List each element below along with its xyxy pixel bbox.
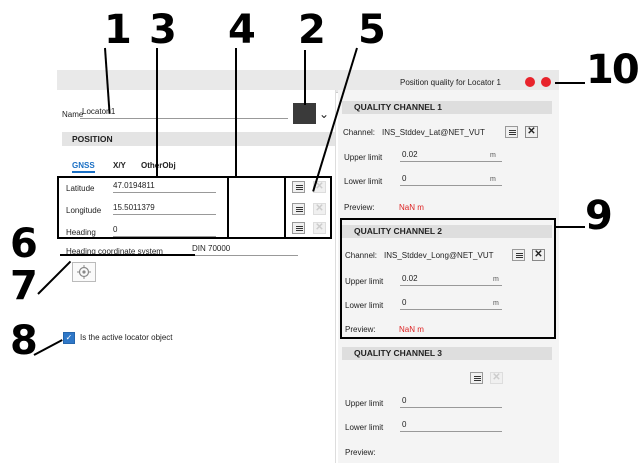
quality-channel-1-header: QUALITY CHANNEL 1 (342, 101, 552, 114)
unit-label: m (490, 176, 496, 183)
tab-xy[interactable]: X/Y (113, 161, 126, 170)
callout-box-9 (340, 218, 556, 339)
upper-limit-label: Upper limit (344, 153, 383, 162)
active-checkbox-label: Is the active locator object (80, 333, 173, 342)
callout-box-4 (227, 176, 286, 239)
heading-coordinate-system-select[interactable]: DIN 70000 (190, 244, 298, 256)
channel-1-value: INS_Stddev_Lat@NET_VUT (382, 128, 485, 137)
lower-limit-label: Lower limit (345, 423, 384, 432)
callout-5: 5 (358, 7, 386, 53)
callout-3: 3 (149, 7, 177, 53)
callout-10: 10 (586, 47, 639, 93)
callout-8: 8 (10, 318, 38, 364)
lower-limit-label: Lower limit (344, 177, 383, 186)
channel-label: Channel: (343, 128, 376, 137)
preview-label: Preview: (344, 203, 375, 212)
header-title: Position quality for Locator 1 (400, 78, 501, 87)
status-dot-1 (525, 77, 535, 87)
chevron-down-icon[interactable]: ⌄ (319, 107, 329, 121)
leader-line-6 (60, 254, 195, 256)
callout-box-5 (284, 176, 332, 239)
locate-button[interactable] (72, 262, 96, 282)
preview-value: NaN m (399, 203, 424, 212)
tab-otherobj[interactable]: OtherObj (141, 161, 176, 170)
preview-label: Preview: (345, 448, 376, 457)
callout-9: 9 (585, 193, 613, 239)
leader-line-4 (235, 48, 237, 178)
upper-limit-label: Upper limit (345, 399, 384, 408)
leader-line-10 (555, 82, 585, 84)
leader-line-2 (304, 50, 306, 105)
position-section-header: POSITION (62, 132, 335, 146)
callout-6: 6 (10, 221, 38, 267)
callout-1: 1 (104, 7, 132, 53)
list-icon[interactable] (505, 126, 518, 138)
quality-channel-3-header: QUALITY CHANNEL 3 (342, 347, 552, 360)
crosshair-icon (77, 265, 91, 279)
callout-2: 2 (298, 7, 326, 53)
upper-limit-input[interactable]: 0.02 (400, 150, 502, 162)
leader-line-9 (554, 226, 585, 228)
lower-limit-input[interactable]: 0 (400, 420, 502, 432)
name-input[interactable]: Locator 1 (80, 107, 288, 119)
status-dot-2 (541, 77, 551, 87)
callout-7: 7 (10, 263, 38, 309)
unit-label: m (490, 152, 496, 159)
close-icon[interactable]: ✕ (490, 372, 503, 384)
upper-limit-input[interactable]: 0 (400, 396, 502, 408)
list-icon[interactable] (470, 372, 483, 384)
close-icon[interactable]: ✕ (525, 126, 538, 138)
active-checkbox[interactable]: ✓ (63, 332, 75, 344)
color-swatch[interactable] (293, 103, 316, 124)
lower-limit-input[interactable]: 0 (400, 174, 502, 186)
leader-line-3 (156, 48, 158, 178)
callout-box-3 (57, 176, 229, 239)
tab-gnss[interactable]: GNSS (72, 161, 95, 173)
callout-4: 4 (228, 7, 256, 53)
